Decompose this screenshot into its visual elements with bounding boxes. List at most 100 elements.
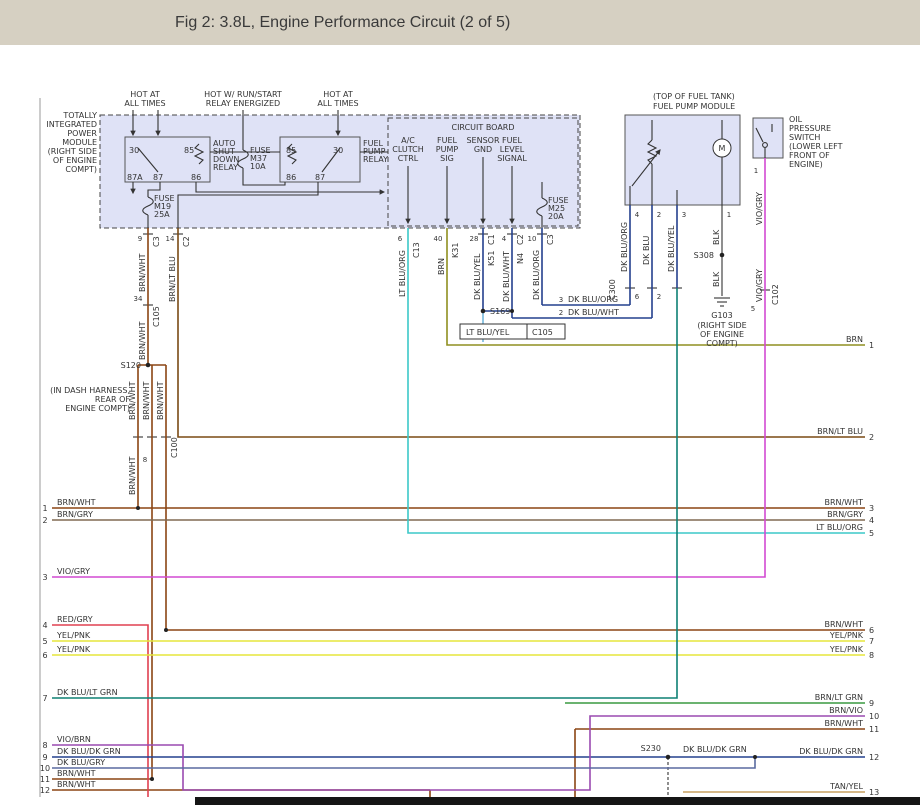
wire-label: DK BLU/ORG	[532, 250, 541, 300]
terminal-label: 87	[153, 173, 163, 182]
row-number: 6	[869, 626, 874, 635]
wire-label: BLK	[712, 229, 721, 245]
module-title: (TOP OF FUEL TANK)	[653, 92, 735, 101]
wire-label: BRN/WHT	[128, 456, 137, 495]
junction-dot	[150, 777, 154, 781]
wire-label: BRN	[437, 258, 446, 275]
row-label: BRN	[846, 335, 863, 344]
circuit-label: K51	[487, 251, 496, 266]
circuit-label: C13	[412, 242, 421, 258]
row-label: DK BLU/DK GRN	[799, 747, 863, 756]
terminal-label: 87A	[127, 173, 143, 182]
pin-number: 14	[166, 235, 175, 243]
row-label: DK BLU/DK GRN	[57, 747, 121, 756]
terminal-label: 85	[286, 146, 296, 155]
row-label: YEL/PNK	[56, 631, 91, 640]
row-number: 5	[42, 637, 47, 646]
pin-number: 5	[751, 305, 755, 313]
splice-s120-dot	[146, 363, 151, 368]
wire-label: VIO/GRY	[755, 192, 764, 225]
row-number: 12	[40, 786, 50, 795]
row-label: BRN/LT BLU	[817, 427, 863, 436]
splice-label: S230	[641, 744, 661, 753]
wire-label: VIO/GRY	[755, 269, 764, 302]
connector-label: C105	[532, 328, 553, 337]
feed-label: HOT W/ RUN/START	[204, 90, 282, 99]
wire-label: DK BLU	[642, 236, 651, 265]
wires-yel-pnk	[52, 641, 865, 655]
oil-switch-label: FRONT OF	[789, 151, 830, 160]
splice-label: S308	[694, 251, 714, 260]
fuse-label: 25A	[154, 210, 170, 219]
pin-number: 2	[559, 309, 563, 317]
row-number: 7	[42, 694, 47, 703]
splice-s308-dot	[720, 253, 725, 258]
feed-label: ALL TIMES	[317, 99, 358, 108]
feed-label: HOT AT	[323, 90, 353, 99]
board-col-label: LEVEL	[500, 145, 525, 154]
title-bar: Fig 2: 3.8L, Engine Performance Circuit …	[0, 0, 920, 45]
feed-label: HOT AT	[130, 90, 160, 99]
row-label: VIO/BRN	[57, 735, 91, 744]
row-label: VIO/GRY	[57, 567, 90, 576]
wire-label: DK BLU/WHT	[568, 308, 619, 317]
fuse-label: 10A	[250, 162, 266, 171]
feed-label: RELAY ENERGIZED	[206, 99, 280, 108]
connector-label: C1	[487, 234, 496, 245]
circuit-board-title: CIRCUIT BOARD	[451, 123, 514, 132]
board-col-label: FUEL	[502, 136, 523, 145]
row-label: BRN/GRY	[57, 510, 93, 519]
terminal-label: 30	[129, 146, 139, 155]
pin-number: 2	[657, 293, 661, 301]
pin-number: 6	[398, 235, 403, 243]
wire-label: LT BLU/ORG	[398, 250, 407, 297]
board-col-label: A/C	[401, 136, 415, 145]
row-number: 10	[869, 712, 879, 721]
row-label: BRN/WHT	[57, 780, 96, 789]
wire-label: BRN/LT BLU	[168, 256, 177, 302]
wires-brn-wht	[52, 228, 865, 797]
pin-number: 40	[434, 235, 443, 243]
connector-label: C3	[152, 236, 161, 247]
tipm-label: OF ENGINE	[53, 156, 97, 165]
row-label: YEL/PNK	[829, 631, 864, 640]
ground-location: COMPT)	[706, 339, 738, 348]
connector-label: C3	[546, 234, 555, 245]
row-label: DK BLU/GRY	[57, 758, 105, 767]
splice-label: S120	[121, 361, 141, 370]
wire-label: BLK	[712, 271, 721, 287]
wire-label: DK BLU/WHT	[502, 251, 511, 302]
row-number: 13	[869, 788, 879, 797]
pin-number: 9	[138, 235, 142, 243]
board-col-label: SIG	[440, 154, 454, 163]
connector-label: C2	[516, 234, 525, 245]
ground-label: G103	[711, 311, 732, 320]
row-number: 8	[869, 651, 874, 660]
fuse-label: 20A	[548, 212, 564, 221]
row-label: BRN/WHT	[824, 498, 863, 507]
pin-number: 34	[134, 295, 143, 303]
oil-switch-label: ENGINE)	[789, 160, 823, 169]
relay-name: RELAY	[363, 155, 388, 164]
row-number: 1	[869, 341, 874, 350]
terminal-label: 86	[191, 173, 201, 182]
pin-number: 28	[470, 235, 479, 243]
wire-label: DK BLU/YEL	[473, 253, 482, 300]
row-label: BRN/VIO	[829, 706, 863, 715]
splice-s230-dot	[666, 755, 671, 760]
tipm-label: POWER	[67, 129, 97, 138]
splice-s169-dot	[481, 309, 486, 314]
row-label: BRN/WHT	[824, 719, 863, 728]
fuel-pump-module-box	[625, 115, 740, 205]
feed-label: ALL TIMES	[124, 99, 165, 108]
module-title: FUEL PUMP MODULE	[653, 102, 735, 111]
connector-label: C102	[771, 284, 780, 305]
row-label: LT BLU/ORG	[816, 523, 863, 532]
wire-label: DK BLU/ORG	[568, 295, 618, 304]
row-label: DK BLU/LT GRN	[57, 688, 118, 697]
row-number: 1	[42, 504, 47, 513]
circuit-label: K31	[451, 243, 460, 258]
terminal-label: 30	[333, 146, 343, 155]
pin-number: 8	[143, 456, 147, 464]
pin-number: 3	[559, 296, 563, 304]
